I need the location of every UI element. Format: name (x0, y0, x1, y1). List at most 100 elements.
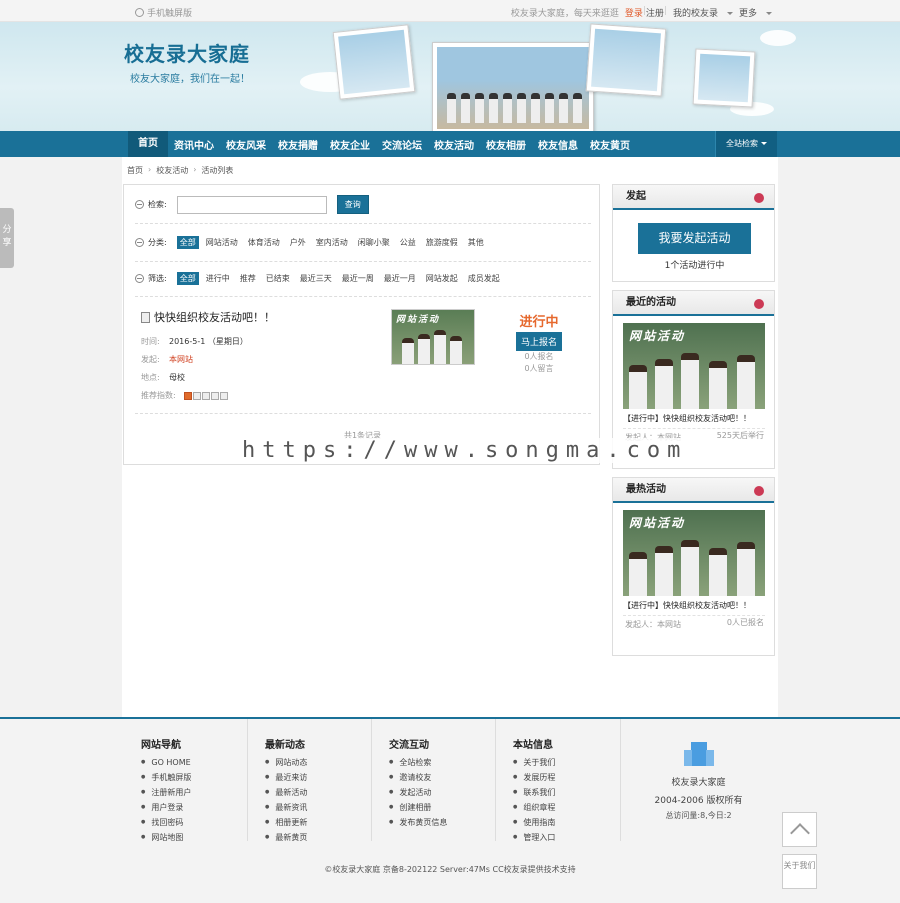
star-icon (211, 392, 219, 400)
host-value[interactable]: 本网站 (169, 355, 193, 364)
rating-label: 推荐指数: (141, 387, 181, 405)
more-icon[interactable] (754, 486, 764, 496)
chevron-down-icon (766, 12, 772, 15)
footer-link[interactable]: 手机触屏版 (141, 770, 191, 785)
footer-link[interactable]: 网站动态 (265, 755, 307, 770)
my-alumni-dropdown[interactable]: 我的校友录 (667, 6, 733, 19)
login-link[interactable]: 登录 (625, 6, 643, 19)
nav-item-enterprise[interactable]: 校友企业 (324, 137, 376, 152)
filter-option[interactable]: 进行中 (203, 272, 233, 285)
nav-item-yellowpage[interactable]: 校友黄页 (584, 137, 636, 152)
about-us-button[interactable]: 关于我们 (782, 854, 817, 889)
footer-link[interactable]: 关于我们 (513, 755, 555, 770)
footer-link[interactable]: 邀请校友 (389, 770, 447, 785)
footer-link[interactable]: 发布黄页信息 (389, 815, 447, 830)
footer-link[interactable]: 最新黄页 (265, 830, 307, 845)
breadcrumb-home[interactable]: 首页 (127, 165, 143, 176)
category-option[interactable]: 公益 (397, 236, 419, 249)
recent-activity-link[interactable]: 【进行中】快快组织校友活动吧！！ (623, 413, 751, 424)
footer-copyright-years: 2004-2006 版权所有 (621, 793, 776, 806)
launch-activity-button[interactable]: 我要发起活动 (638, 223, 751, 254)
breadcrumb-activity[interactable]: 校友活动 (156, 165, 188, 176)
rating-stars (184, 392, 228, 400)
footer-link[interactable]: 组织章程 (513, 800, 555, 815)
filter-all[interactable]: 全部 (177, 272, 199, 285)
footer-link[interactable]: 最新活动 (265, 785, 307, 800)
footer-link[interactable]: 发起活动 (389, 785, 447, 800)
category-all[interactable]: 全部 (177, 236, 199, 249)
breadcrumb-list[interactable]: 活动列表 (201, 165, 233, 176)
launch-title: 发起 (626, 191, 646, 202)
activity-thumbnail[interactable]: 网站活动 (391, 309, 475, 365)
footer-link[interactable]: 使用指南 (513, 815, 555, 830)
chevron-right-icon: › (148, 165, 151, 176)
filter-option[interactable]: 网站发起 (423, 272, 461, 285)
category-option[interactable]: 闲聊小聚 (355, 236, 393, 249)
category-option[interactable]: 其他 (465, 236, 487, 249)
hot-signups: 0人已报名 (727, 617, 764, 628)
footer-link[interactable]: 发展历程 (513, 770, 555, 785)
footer-link[interactable]: 用户登录 (141, 800, 191, 815)
footer-link[interactable]: 注册新用户 (141, 785, 191, 800)
footer-link[interactable]: 网站地图 (141, 830, 191, 845)
nav-item-news[interactable]: 资讯中心 (168, 137, 220, 152)
thumbnail-caption: 网站活动 (629, 327, 685, 344)
site-logo[interactable]: 校友录大家庭 (124, 38, 250, 67)
register-link[interactable]: 注册 (646, 6, 664, 19)
footer-col-title: 网站导航 (141, 736, 181, 751)
signup-button[interactable]: 马上报名 (516, 332, 562, 351)
star-icon (220, 392, 228, 400)
filter-row: 筛选: 全部 进行中 推荐 已结束 最近三天 最近一周 最近一月 网站发起 成员… (135, 272, 503, 285)
chevron-up-icon (790, 823, 810, 843)
footer-link[interactable]: 管理入口 (513, 830, 555, 845)
search-label: 检索: (148, 199, 167, 210)
footer-link[interactable]: 联系我们 (513, 785, 555, 800)
more-dropdown[interactable]: 更多 (733, 6, 772, 19)
nav-item-style[interactable]: 校友风采 (220, 137, 272, 152)
category-option[interactable]: 网站活动 (203, 236, 241, 249)
status-badge: 进行中 (516, 311, 562, 330)
footer-link[interactable]: 最新资讯 (265, 800, 307, 815)
category-option[interactable]: 室内活动 (313, 236, 351, 249)
hot-activity-thumbnail[interactable]: 网站活动 (623, 510, 765, 596)
hot-activity-link[interactable]: 【进行中】快快组织校友活动吧！！ (623, 600, 751, 611)
footer-col-site-info: 本站信息 关于我们 发展历程 联系我们 组织章程 使用指南 管理入口 (496, 719, 621, 841)
more-icon[interactable] (754, 193, 764, 203)
back-to-top-button[interactable] (782, 812, 817, 847)
hot-host: 发起人：本网站 (625, 619, 681, 630)
site-search-dropdown[interactable]: 全站检索 (715, 131, 777, 157)
filter-option[interactable]: 已结束 (263, 272, 293, 285)
nav-item-home[interactable]: 首页 (128, 131, 168, 157)
filter-option[interactable]: 最近三天 (297, 272, 335, 285)
divider (135, 413, 591, 414)
footer-link[interactable]: 全站检索 (389, 755, 447, 770)
comment-count: 0人留言 (516, 363, 562, 375)
search-input[interactable] (177, 196, 327, 214)
filter-option[interactable]: 成员发起 (465, 272, 503, 285)
footer-link[interactable]: 最近来访 (265, 770, 307, 785)
filter-option[interactable]: 推荐 (237, 272, 259, 285)
filter-option[interactable]: 最近一周 (339, 272, 377, 285)
category-option[interactable]: 户外 (287, 236, 309, 249)
footer-link[interactable]: GO HOME (141, 755, 191, 770)
search-button[interactable]: 查询 (337, 195, 369, 214)
nav-item-album[interactable]: 校友相册 (480, 137, 532, 152)
footer-link[interactable]: 相册更新 (265, 815, 307, 830)
thumbnail-caption: 网站活动 (396, 312, 440, 325)
category-option[interactable]: 体育活动 (245, 236, 283, 249)
footer-site-name: 校友录大家庭 (621, 775, 776, 788)
host-label: 发起: (141, 351, 169, 369)
nav-item-activity[interactable]: 校友活动 (428, 137, 480, 152)
category-option[interactable]: 旅游度假 (423, 236, 461, 249)
recent-activity-thumbnail[interactable]: 网站活动 (623, 323, 765, 409)
footer-link[interactable]: 创建相册 (389, 800, 447, 815)
nav-item-donation[interactable]: 校友捐赠 (272, 137, 324, 152)
more-icon[interactable] (754, 299, 764, 309)
nav-item-forum[interactable]: 交流论坛 (376, 137, 428, 152)
filter-option[interactable]: 最近一月 (381, 272, 419, 285)
share-tab[interactable]: 分享 (0, 208, 14, 268)
footer-link[interactable]: 找回密码 (141, 815, 191, 830)
nav-item-info[interactable]: 校友信息 (532, 137, 584, 152)
time-value: 2016-5-1 （星期日） (169, 337, 248, 346)
mobile-version-link[interactable]: 手机触屏版 (135, 6, 192, 19)
